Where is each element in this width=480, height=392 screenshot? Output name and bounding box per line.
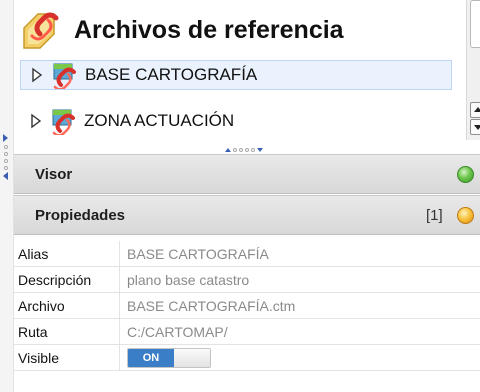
tree-item-zona-actuacion[interactable]: ZONA ACTUACIÓN [20, 106, 452, 137]
property-row-alias: Alias BASE CARTOGRAFÍA [14, 241, 480, 267]
status-green-icon [457, 166, 474, 183]
property-row-descripcion: Descripción plano base catastro [14, 267, 480, 293]
layer-link-icon [50, 107, 82, 137]
expand-right-arrow-icon[interactable] [3, 134, 8, 142]
reference-files-tree: Archivos de referencia BASE CARTOGRAFÍA [14, 0, 480, 146]
expand-triangle-icon[interactable] [28, 113, 46, 129]
property-value: ON [120, 345, 480, 370]
tree-item-label: ZONA ACTUACIÓN [84, 111, 235, 130]
expand-triangle-icon[interactable] [29, 67, 47, 83]
properties-section-header[interactable]: Propiedades [1] [14, 195, 480, 235]
visor-title: Visor [35, 165, 73, 183]
tree-item-label: BASE CARTOGRAFÍA [85, 65, 258, 84]
panel-splitter-grip[interactable] [225, 146, 263, 154]
folder-link-icon [20, 4, 72, 56]
property-value[interactable]: BASE CARTOGRAFÍA.ctm [120, 293, 480, 318]
layer-link-icon [51, 61, 83, 91]
toggle-knob[interactable] [174, 348, 210, 367]
toggle-on-label: ON [128, 348, 174, 367]
arrow-up-icon [474, 107, 480, 112]
property-label: Descripción [14, 267, 120, 292]
tree-title: Archivos de referencia [74, 15, 344, 44]
collapse-left-arrow-icon[interactable] [3, 172, 8, 180]
property-row-visible: Visible ON [14, 345, 480, 371]
splitter-grip-icon [4, 145, 9, 170]
scrollbar-thumb[interactable] [470, 0, 480, 48]
tree-header: Archivos de referencia [20, 4, 344, 56]
arrow-down-icon [474, 125, 480, 130]
visor-section-header[interactable]: Visor [14, 154, 480, 194]
arrow-down-icon[interactable] [257, 148, 263, 152]
properties-title: Propiedades [35, 206, 126, 224]
status-orange-icon [457, 207, 474, 224]
scroll-down-button[interactable] [470, 119, 480, 135]
property-label: Visible [14, 345, 120, 370]
properties-count: [1] [426, 206, 443, 224]
visible-toggle[interactable]: ON [127, 347, 211, 368]
property-value[interactable]: C:/CARTOMAP/ [120, 319, 480, 344]
left-splitter[interactable] [0, 0, 14, 392]
property-row-archivo: Archivo BASE CARTOGRAFÍA.ctm [14, 293, 480, 319]
scroll-up-button[interactable] [470, 102, 480, 118]
property-label: Alias [14, 241, 120, 266]
property-value[interactable]: BASE CARTOGRAFÍA [120, 241, 480, 266]
property-value[interactable]: plano base catastro [120, 267, 480, 292]
properties-grid: Alias BASE CARTOGRAFÍA Descripción plano… [14, 241, 480, 371]
property-label: Archivo [14, 293, 120, 318]
property-row-ruta: Ruta C:/CARTOMAP/ [14, 319, 480, 345]
arrow-up-icon[interactable] [225, 148, 231, 152]
tree-item-base-cartografia[interactable]: BASE CARTOGRAFÍA [20, 60, 452, 91]
tree-scrollbar[interactable] [466, 0, 480, 140]
property-label: Ruta [14, 319, 120, 344]
